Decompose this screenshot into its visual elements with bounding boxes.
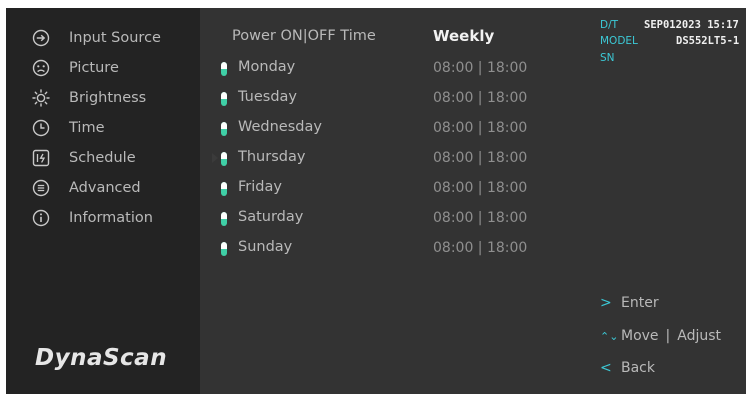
day-label: Saturday bbox=[238, 209, 304, 225]
day-label: Sunday bbox=[238, 239, 293, 255]
schedule-row-monday[interactable]: Monday 08:00 | 18:00 bbox=[212, 57, 582, 81]
sidebar-item-label: Brightness bbox=[69, 90, 147, 106]
up-down-arrow-icon: ⌃⌄ bbox=[600, 329, 619, 343]
toggle-switch[interactable] bbox=[221, 242, 227, 256]
time-value[interactable]: 08:00 | 18:00 bbox=[433, 150, 527, 166]
day-label: Friday bbox=[238, 179, 282, 195]
brightness-icon bbox=[32, 89, 50, 107]
toggle-switch[interactable] bbox=[221, 122, 227, 136]
sidebar-item-label: Schedule bbox=[69, 150, 136, 166]
sidebar-item-schedule[interactable]: Schedule bbox=[32, 145, 136, 171]
hint-back-label: Back bbox=[621, 360, 655, 376]
toggle-switch[interactable] bbox=[221, 212, 227, 226]
sidebar-item-time[interactable]: Time bbox=[32, 115, 105, 141]
page-title: Power ON|OFF Time bbox=[232, 28, 376, 44]
schedule-row-tuesday[interactable]: Tuesday 08:00 | 18:00 bbox=[212, 87, 582, 111]
time-value[interactable]: 08:00 | 18:00 bbox=[433, 120, 527, 136]
time-value[interactable]: 08:00 | 18:00 bbox=[433, 180, 527, 196]
datetime-label: D/T bbox=[600, 19, 619, 31]
time-value[interactable]: 08:00 | 18:00 bbox=[433, 60, 527, 76]
schedule-row-saturday[interactable]: Saturday 08:00 | 18:00 bbox=[212, 207, 582, 231]
sidebar-item-input-source[interactable]: Input Source bbox=[32, 25, 161, 51]
picture-icon bbox=[32, 59, 50, 77]
schedule-row-thursday[interactable]: Thursday 08:00 | 18:00 bbox=[212, 147, 582, 171]
datetime-value: SEP012023 15:17 bbox=[644, 19, 739, 31]
toggle-switch[interactable] bbox=[221, 92, 227, 106]
schedule-row-friday[interactable]: Friday 08:00 | 18:00 bbox=[212, 177, 582, 201]
day-label: Wednesday bbox=[238, 119, 322, 135]
hint-adjust-label: Adjust bbox=[677, 328, 722, 344]
sidebar-item-label: Advanced bbox=[69, 180, 141, 196]
sidebar-item-label: Picture bbox=[69, 60, 119, 76]
time-value[interactable]: 08:00 | 18:00 bbox=[433, 210, 527, 226]
sidebar-menu: Input Source Picture Brightness Time Sch… bbox=[6, 8, 200, 394]
schedule-mode[interactable]: Weekly bbox=[433, 27, 494, 45]
day-label: Monday bbox=[238, 59, 296, 75]
day-label: Tuesday bbox=[238, 89, 297, 105]
sidebar-item-brightness[interactable]: Brightness bbox=[32, 85, 146, 111]
model-label: MODEL bbox=[600, 35, 638, 47]
hint-back: < Back bbox=[600, 357, 655, 379]
serial-number-label: SN bbox=[600, 52, 615, 64]
day-label: Thursday bbox=[238, 149, 306, 165]
schedule-icon bbox=[32, 149, 50, 167]
enter-arrow-icon: > bbox=[600, 295, 612, 311]
sidebar-item-advanced[interactable]: Advanced bbox=[32, 175, 141, 201]
hint-move-adjust: ⌃⌄ Move | Adjust bbox=[600, 325, 721, 347]
osd-screen: Input Source Picture Brightness Time Sch… bbox=[6, 8, 746, 394]
time-value[interactable]: 08:00 | 18:00 bbox=[433, 90, 527, 106]
sidebar-item-picture[interactable]: Picture bbox=[32, 55, 119, 81]
sidebar-item-label: Information bbox=[69, 210, 153, 226]
sidebar-item-information[interactable]: Information bbox=[32, 205, 153, 231]
hint-enter: > Enter bbox=[600, 292, 659, 314]
hint-move-label: Move bbox=[621, 328, 659, 344]
back-arrow-icon: < bbox=[600, 360, 612, 376]
schedule-row-wednesday[interactable]: Wednesday 08:00 | 18:00 bbox=[212, 117, 582, 141]
advanced-icon bbox=[32, 179, 50, 197]
selection-pointer bbox=[212, 153, 218, 163]
hint-separator: | bbox=[665, 328, 671, 344]
sidebar-item-label: Input Source bbox=[69, 30, 161, 46]
information-icon bbox=[32, 209, 50, 227]
clock-icon bbox=[32, 119, 50, 137]
sidebar-item-label: Time bbox=[69, 120, 105, 136]
input-source-icon bbox=[32, 29, 50, 47]
dynascan-logo: DynaScan bbox=[35, 345, 168, 371]
schedule-row-sunday[interactable]: Sunday 08:00 | 18:00 bbox=[212, 237, 582, 261]
hint-enter-label: Enter bbox=[621, 295, 659, 311]
toggle-switch[interactable] bbox=[221, 182, 227, 196]
toggle-switch[interactable] bbox=[221, 152, 227, 166]
time-value[interactable]: 08:00 | 18:00 bbox=[433, 240, 527, 256]
toggle-switch[interactable] bbox=[221, 62, 227, 76]
model-value: DS552LT5-1 bbox=[676, 35, 740, 47]
